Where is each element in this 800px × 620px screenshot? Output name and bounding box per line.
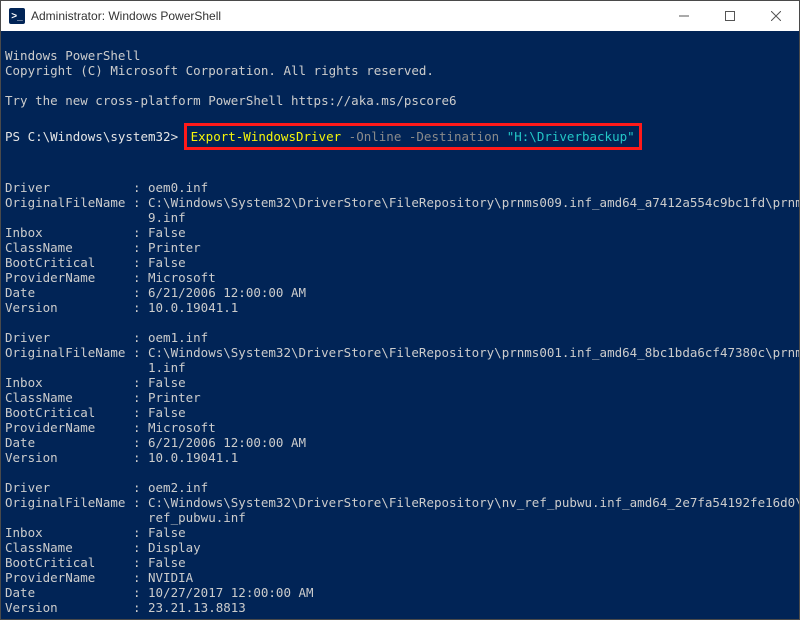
powershell-icon: >_: [9, 8, 25, 24]
kv-row: ClassName : Printer: [5, 390, 201, 405]
copyright-line: Copyright (C) Microsoft Corporation. All…: [5, 63, 434, 78]
kv-row: BootCritical : False: [5, 405, 186, 420]
kv-row: OriginalFileName : C:\Windows\System32\D…: [5, 345, 799, 360]
command-name: Export-WindowsDriver: [191, 129, 342, 144]
command-arg: "H:\Driverbackup": [507, 129, 635, 144]
window-title: Administrator: Windows PowerShell: [31, 9, 221, 23]
terminal-output[interactable]: Windows PowerShell Copyright (C) Microso…: [1, 31, 799, 619]
kv-row: Date : 10/27/2017 12:00:00 AM: [5, 585, 314, 600]
command-highlight-box: Export-WindowsDriver -Online -Destinatio…: [184, 123, 642, 150]
command-flags: -Online -Destination: [341, 129, 507, 144]
kv-row-cont: 1.inf: [5, 360, 186, 375]
minimize-button[interactable]: [661, 1, 707, 31]
kv-row: Driver : oem0.inf: [5, 180, 208, 195]
kv-row: Inbox : False: [5, 225, 186, 240]
header-line: Windows PowerShell: [5, 48, 140, 63]
kv-row: Inbox : False: [5, 525, 186, 540]
titlebar[interactable]: >_ Administrator: Windows PowerShell: [1, 1, 799, 31]
kv-row: Driver : oem1.inf: [5, 330, 208, 345]
kv-row: Date : 6/21/2006 12:00:00 AM: [5, 285, 306, 300]
kv-row: ProviderName : Microsoft: [5, 420, 216, 435]
kv-row: ProviderName : NVIDIA: [5, 570, 193, 585]
kv-row: Driver : oem2.inf: [5, 480, 208, 495]
kv-row: Date : 6/21/2006 12:00:00 AM: [5, 435, 306, 450]
kv-row: OriginalFileName : C:\Windows\System32\D…: [5, 195, 799, 210]
powershell-window: >_ Administrator: Windows PowerShell Win…: [0, 0, 800, 620]
kv-row-cont: ref_pubwu.inf: [5, 510, 246, 525]
kv-row: ClassName : Display: [5, 540, 201, 555]
prompt-path: C:\Windows\system32>: [28, 129, 179, 144]
kv-row-cont: 9.inf: [5, 210, 186, 225]
kv-row: BootCritical : False: [5, 255, 186, 270]
kv-row: ProviderName : Microsoft: [5, 270, 216, 285]
prompt-ps: PS: [5, 129, 28, 144]
kv-row: Version : 10.0.19041.1: [5, 300, 238, 315]
maximize-button[interactable]: [707, 1, 753, 31]
kv-row: OriginalFileName : C:\Windows\System32\D…: [5, 495, 799, 510]
close-button[interactable]: [753, 1, 799, 31]
kv-row: Inbox : False: [5, 375, 186, 390]
kv-row: ClassName : Printer: [5, 240, 201, 255]
try-line: Try the new cross-platform PowerShell ht…: [5, 93, 457, 108]
kv-row: Version : 10.0.19041.1: [5, 450, 238, 465]
kv-row: Version : 23.21.13.8813: [5, 600, 246, 615]
kv-row: BootCritical : False: [5, 555, 186, 570]
